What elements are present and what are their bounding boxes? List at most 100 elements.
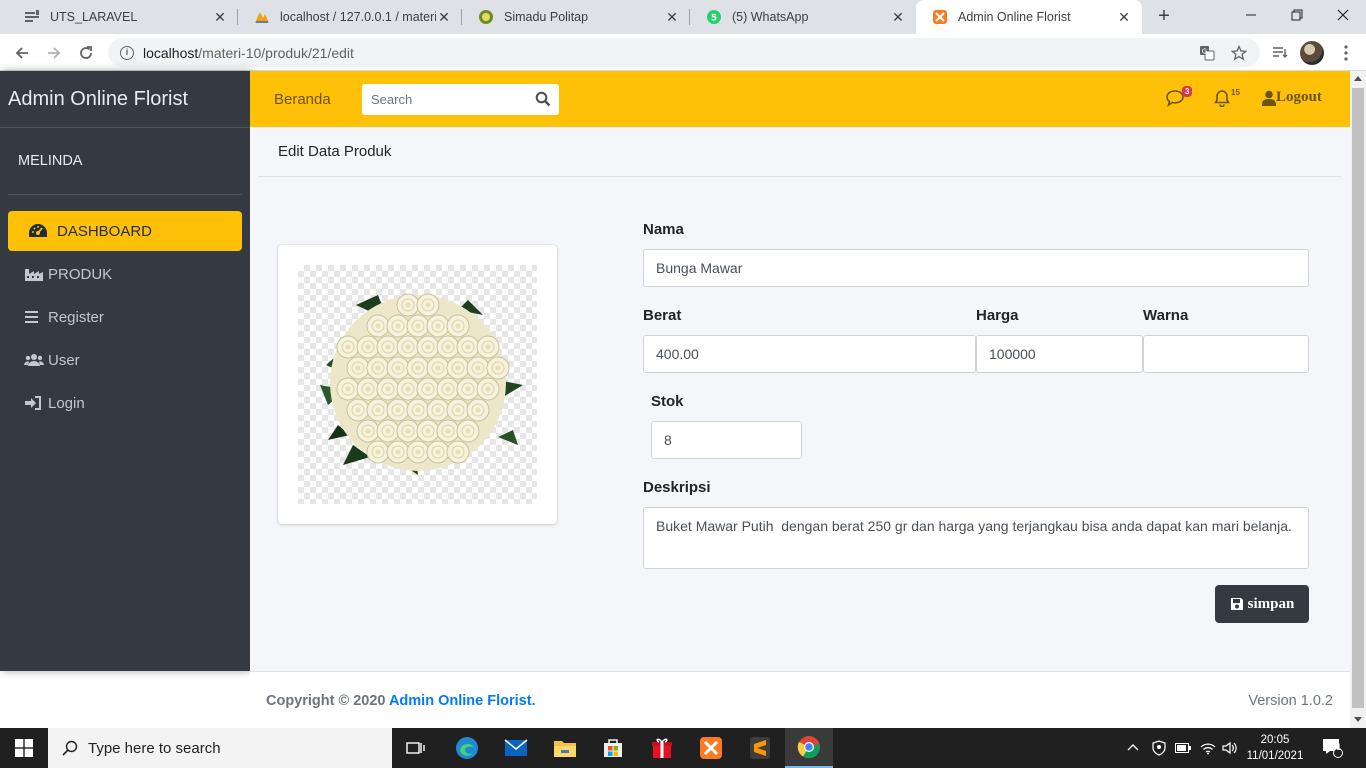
navbar-search — [362, 84, 559, 115]
sidebar-item-dashboard[interactable]: DASHBOARD — [8, 211, 242, 251]
mail-icon[interactable] — [492, 728, 540, 768]
browser-tab[interactable]: 5 (5) WhatsApp ✕ — [690, 0, 916, 34]
scrollbar-thumb[interactable] — [1352, 88, 1364, 708]
logout-link[interactable]: Logout — [1262, 89, 1322, 106]
profile-avatar[interactable] — [1300, 41, 1324, 65]
url-text: localhost/materi-10/produk/21/edit — [143, 45, 354, 61]
clock-date: 11/01/2021 — [1246, 750, 1304, 762]
users-icon — [24, 353, 48, 367]
rose-center — [375, 449, 381, 455]
messages-badge: 3 — [1182, 86, 1193, 97]
restore-icon — [1291, 9, 1303, 21]
warna-input[interactable] — [1143, 335, 1309, 373]
sidebar-item-produk[interactable]: PRODUK — [8, 254, 242, 294]
user-panel-name[interactable]: MELINDA — [8, 128, 242, 195]
rose-center — [415, 323, 421, 329]
edge-icon[interactable] — [443, 728, 491, 768]
rose-center — [345, 386, 351, 392]
rose-center — [345, 344, 351, 350]
stok-label: Stok — [651, 393, 684, 410]
url-bar[interactable]: i localhost/materi-10/produk/21/edit G — [108, 38, 1260, 67]
volume-icon[interactable] — [1222, 728, 1238, 768]
rose-center — [365, 428, 371, 434]
close-icon[interactable]: ✕ — [436, 9, 452, 26]
rose-center — [435, 407, 441, 413]
logout-label: Logout — [1276, 89, 1322, 105]
page-scrollbar[interactable] — [1350, 71, 1366, 728]
chrome-icon[interactable] — [785, 728, 833, 768]
search-input[interactable] — [362, 92, 522, 107]
tab-title: (5) WhatsApp — [732, 10, 809, 24]
reload-button[interactable] — [74, 41, 98, 65]
show-hidden-icons[interactable] — [1126, 728, 1140, 768]
back-button[interactable] — [10, 41, 34, 65]
berat-input[interactable] — [643, 335, 976, 373]
deskripsi-textarea[interactable]: Buket Mawar Putih dengan berat 250 gr da… — [643, 507, 1309, 569]
reading-list-icon[interactable] — [1268, 41, 1292, 65]
sidebar-item-login[interactable]: Login — [8, 383, 242, 423]
defender-icon[interactable] — [1152, 728, 1166, 768]
nama-label: Nama — [643, 221, 684, 238]
browser-tab-active[interactable]: Admin Online Florist ✕ — [916, 0, 1142, 34]
action-center-icon[interactable]: 1 — [1322, 728, 1344, 768]
scroll-up-icon[interactable] — [1354, 76, 1362, 81]
new-tab-button[interactable]: + — [1153, 6, 1175, 28]
nama-input[interactable] — [643, 249, 1309, 287]
xampp-icon[interactable] — [687, 728, 735, 768]
rose-center — [405, 428, 411, 434]
rose-center — [485, 386, 491, 392]
file-explorer-icon[interactable] — [541, 728, 589, 768]
close-window-button[interactable] — [1320, 0, 1366, 30]
taskbar-search[interactable]: Type here to search — [48, 728, 392, 768]
search-icon[interactable] — [535, 91, 551, 107]
sign-in-icon — [24, 396, 48, 410]
taskbar-clock[interactable]: 20:05 11/01/2021 — [1244, 732, 1306, 764]
nav-home-link[interactable]: Beranda — [274, 91, 331, 108]
gift-app-icon[interactable] — [638, 728, 686, 768]
brand-link[interactable]: Admin Online Florist — [0, 71, 250, 128]
harga-input[interactable] — [976, 335, 1143, 373]
battery-icon[interactable] — [1175, 728, 1191, 768]
close-icon[interactable]: ✕ — [890, 9, 906, 26]
save-button[interactable]: simpan — [1215, 585, 1309, 623]
windows-logo-icon — [15, 739, 33, 757]
sublime-text-icon[interactable] — [736, 728, 784, 768]
task-view-icon[interactable] — [392, 728, 440, 768]
translate-icon[interactable]: G — [1198, 44, 1216, 62]
sidebar: Admin Online Florist MELINDA DASHBOARD P… — [0, 71, 250, 671]
messages-icon[interactable]: 3 — [1165, 86, 1193, 109]
rose-center — [485, 344, 491, 350]
page-title: Edit Data Produk — [258, 127, 1341, 177]
restore-button[interactable] — [1274, 0, 1320, 30]
sidebar-item-register[interactable]: Register — [8, 297, 242, 337]
wifi-icon[interactable] — [1200, 728, 1216, 768]
scroll-down-icon[interactable] — [1354, 717, 1362, 722]
rose-center — [365, 344, 371, 350]
store-icon[interactable] — [589, 728, 637, 768]
browser-tab[interactable]: localhost / 127.0.0.1 / materi_p ✕ — [238, 0, 462, 34]
sidebar-item-user[interactable]: User — [8, 340, 242, 380]
browser-tab[interactable]: Simadu Politap ✕ — [462, 0, 690, 34]
rose-center — [375, 323, 381, 329]
more-menu-icon[interactable] — [1334, 41, 1358, 65]
browser-tab[interactable]: UTS_LARAVEL ✕ — [8, 0, 238, 34]
close-icon[interactable]: ✕ — [212, 9, 228, 26]
forward-button[interactable] — [42, 41, 66, 65]
search-icon — [62, 740, 78, 756]
content-wrapper: Edit Data Produk Nama Berat — [250, 127, 1350, 671]
bookmark-star-icon[interactable] — [1230, 44, 1248, 62]
close-icon[interactable]: ✕ — [664, 9, 680, 26]
rose-center — [445, 428, 451, 434]
notification-count: 1 — [1336, 742, 1342, 752]
start-button[interactable] — [0, 728, 48, 768]
taskbar-search-placeholder: Type here to search — [88, 739, 221, 757]
footer-brand-link[interactable]: Admin Online Florist. — [389, 693, 536, 709]
copyright: Copyright © 2020 Admin Online Florist. — [266, 693, 536, 709]
stok-input[interactable] — [651, 421, 802, 459]
minimize-button[interactable] — [1228, 0, 1274, 30]
close-icon[interactable]: ✕ — [1116, 9, 1132, 26]
notifications-icon[interactable]: 15 — [1213, 88, 1240, 109]
rose-center — [495, 365, 501, 371]
site-info-icon[interactable]: i — [120, 45, 134, 60]
rose-center — [455, 449, 461, 455]
